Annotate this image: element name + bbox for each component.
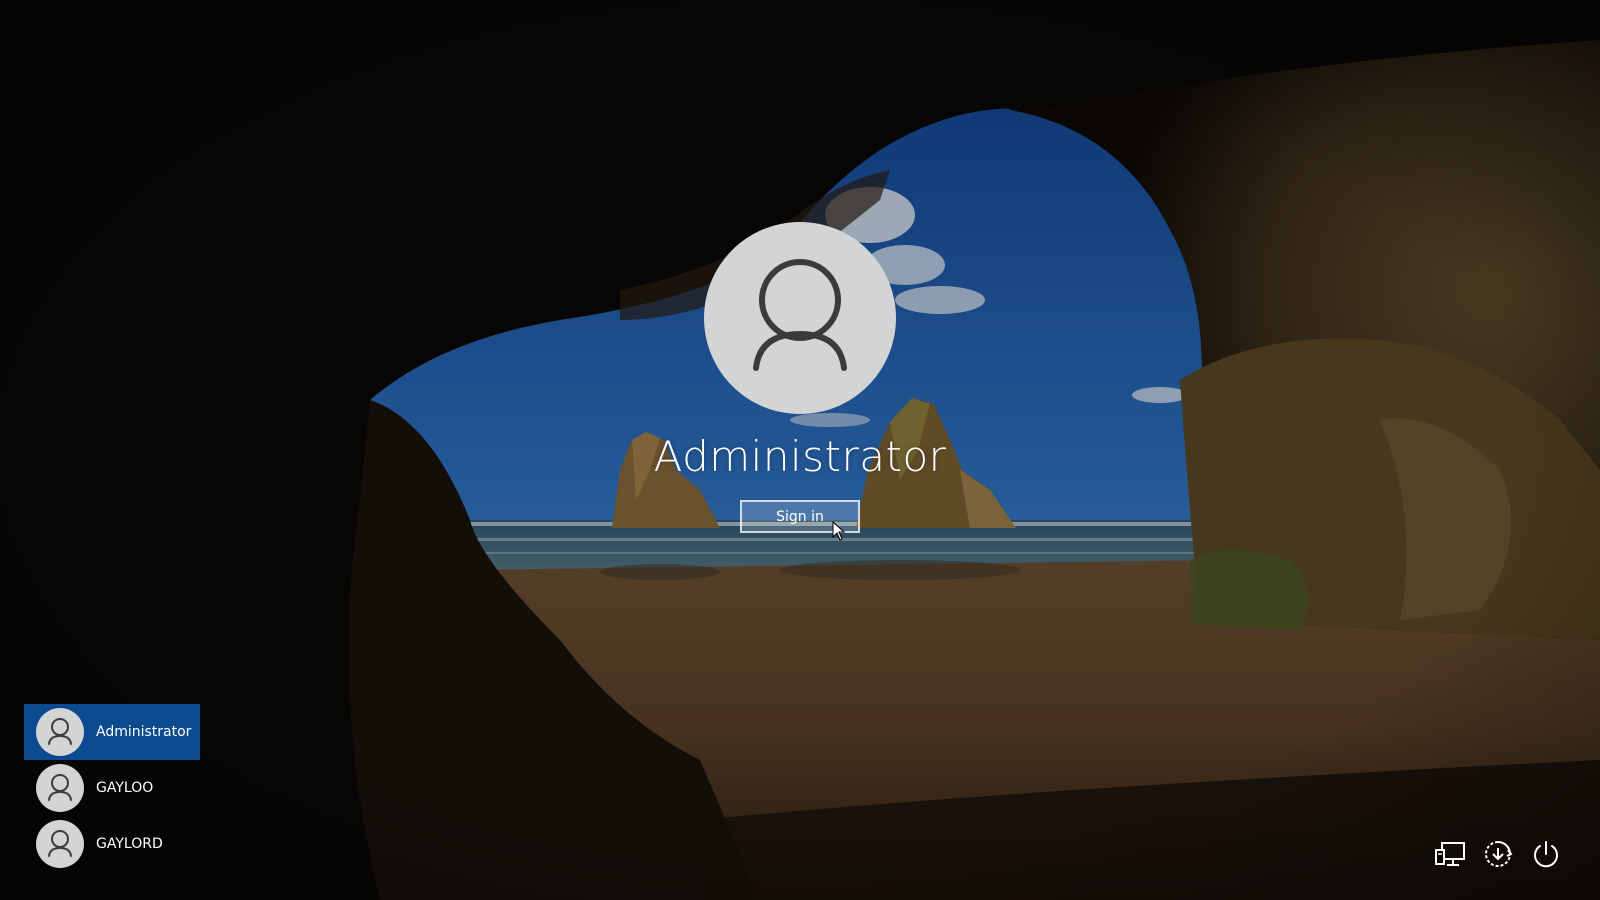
user-item-label: Administrator [96, 724, 192, 740]
ease-of-access-button[interactable] [1480, 836, 1516, 872]
user-list: Administrator GAYLOO GAYLORD [24, 704, 200, 872]
ease-of-access-icon [1485, 841, 1513, 867]
user-icon [48, 774, 72, 801]
user-avatar-small [36, 764, 84, 812]
wallpaper-image [0, 0, 1600, 900]
user-item-gayloo[interactable]: GAYLOO [24, 760, 200, 816]
user-item-label: GAYLOO [96, 780, 154, 796]
system-tray [1432, 834, 1564, 874]
network-button[interactable] [1432, 836, 1468, 872]
user-item-gaylord[interactable]: GAYLORD [24, 816, 200, 872]
user-avatar-small [36, 708, 84, 756]
user-icon [48, 830, 72, 857]
power-icon [1534, 841, 1558, 868]
user-item-administrator[interactable]: Administrator [24, 704, 200, 760]
user-item-label: GAYLORD [96, 836, 163, 852]
lock-screen: Administrator Sign in Administrator GAYL… [0, 0, 1600, 900]
sign-in-button[interactable]: Sign in [740, 500, 860, 533]
user-icon [48, 718, 72, 745]
power-button[interactable] [1528, 836, 1564, 872]
user-avatar-small [36, 820, 84, 868]
network-icon [1435, 842, 1465, 866]
